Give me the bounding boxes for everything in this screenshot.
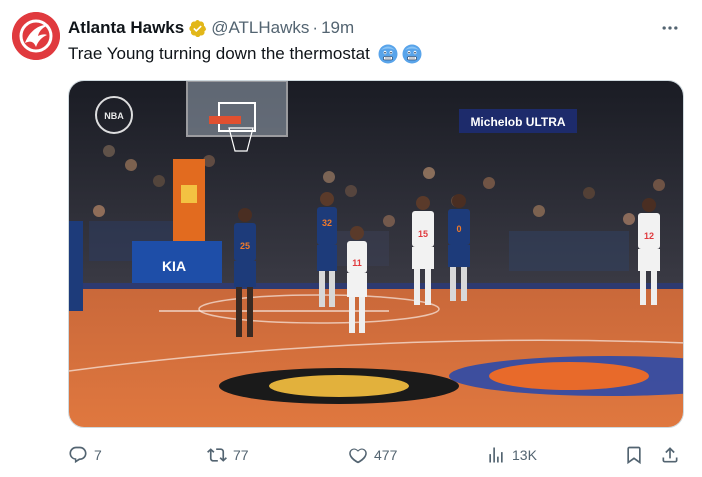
cold-face-emoji-icon (402, 44, 422, 64)
retweet-icon (207, 448, 227, 462)
tweet-header: Atlanta Hawks @ATLHawks · 19m (68, 16, 354, 40)
views-icon (489, 447, 503, 463)
separator-dot: · (312, 18, 319, 37)
avatar[interactable] (12, 12, 60, 60)
more-button[interactable] (658, 16, 682, 40)
jersey-number: 25 (240, 241, 250, 251)
jersey-number: 0 (456, 224, 461, 234)
more-icon (662, 26, 678, 30)
bookmark-icon (627, 446, 641, 465)
cold-face-emoji-icon (378, 44, 398, 64)
share-icon (662, 447, 678, 463)
tweet-media-video[interactable]: KIA Michelob ULTRA NBA 32 11 15 0 12 25 (68, 80, 684, 428)
kia-sign-text: KIA (162, 258, 186, 274)
video-frame: KIA Michelob ULTRA NBA 32 11 15 0 12 25 (69, 81, 683, 427)
hawks-logo-icon (12, 12, 60, 60)
tweet: Atlanta Hawks @ATLHawks · 19m Trae Young… (0, 0, 702, 477)
jersey-number: 11 (352, 258, 362, 268)
handle[interactable]: @ATLHawks (211, 18, 309, 38)
tweet-actions: 7 77 477 13K (68, 440, 684, 470)
jersey-number: 12 (644, 231, 654, 241)
display-name[interactable]: Atlanta Hawks (68, 18, 184, 38)
nba-watermark-text: NBA (104, 111, 124, 121)
bookmark-button[interactable] (624, 442, 644, 468)
share-button[interactable] (660, 442, 680, 468)
player-left-edge (69, 221, 83, 311)
heart-icon (349, 448, 367, 464)
jersey-number: 15 (418, 229, 428, 239)
michelob-sign-text: Michelob ULTRA (470, 115, 565, 129)
views-button[interactable]: 13K (486, 442, 537, 468)
retweet-button[interactable]: 77 (207, 442, 249, 468)
views-count: 13K (512, 447, 537, 463)
reply-count: 7 (94, 447, 102, 463)
like-count: 477 (374, 447, 398, 463)
timestamp[interactable]: 19m (321, 18, 354, 38)
jersey-number: 32 (322, 218, 332, 228)
verified-badge-icon[interactable] (188, 19, 207, 38)
tweet-text: Trae Young turning down the thermostat (68, 42, 422, 66)
like-button[interactable]: 477 (348, 442, 397, 468)
retweet-count: 77 (233, 447, 249, 463)
reply-icon (69, 446, 87, 464)
tweet-text-content: Trae Young turning down the thermostat (68, 44, 370, 63)
reply-button[interactable]: 7 (68, 442, 102, 468)
